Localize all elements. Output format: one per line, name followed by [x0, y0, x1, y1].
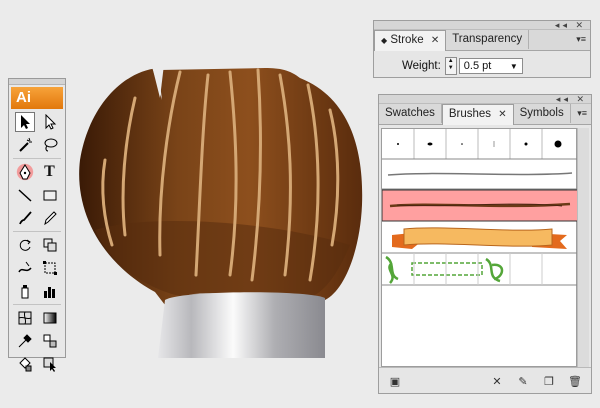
pencil-icon: [43, 211, 57, 226]
tab-stroke[interactable]: ◆ Stroke ✕: [374, 30, 447, 51]
blend-icon: [43, 334, 56, 348]
lasso-icon: [44, 138, 57, 152]
selection-tool[interactable]: [14, 112, 35, 132]
delete-brush-icon[interactable]: 🗑: [567, 375, 583, 388]
column-graph-icon: [43, 287, 55, 298]
paintbrush-icon: [18, 211, 32, 225]
illustrator-logo: Ai: [11, 87, 63, 109]
tab-symbols[interactable]: Symbols: [514, 104, 571, 123]
gradient-tool[interactable]: [40, 308, 60, 328]
new-brush-icon[interactable]: ❐: [541, 375, 557, 388]
live-paint-bucket-tool[interactable]: [15, 354, 35, 374]
type-tool[interactable]: T: [40, 162, 60, 182]
selection-arrow-icon: [20, 115, 30, 129]
mesh-tool[interactable]: [15, 308, 35, 328]
rectangle-tool[interactable]: [40, 185, 60, 205]
scale-icon: [43, 238, 56, 252]
close-icon[interactable]: ✕: [498, 109, 506, 120]
live-paint-selection-icon: [43, 357, 56, 372]
pen-tool[interactable]: [14, 162, 35, 182]
stroke-panel-tabs: ◆ Stroke ✕ Transparency ▾≡: [374, 30, 590, 51]
weight-field[interactable]: 0.5 pt ▼: [458, 58, 523, 74]
brush-list-scrollbar[interactable]: [577, 128, 589, 367]
ribbon-brush-row[interactable]: [382, 227, 578, 254]
panel-menu-icon[interactable]: ▾≡: [577, 108, 587, 119]
line-segment-tool[interactable]: [15, 185, 35, 205]
paintbrush-artwork: [79, 56, 363, 358]
brush-thumbnails: [381, 129, 579, 286]
chevron-down-icon[interactable]: ▼: [510, 62, 518, 71]
column-graph-tool[interactable]: [40, 281, 60, 301]
magic-wand-tool[interactable]: [15, 135, 35, 155]
mesh-icon: [18, 311, 31, 325]
weight-label: Weight:: [402, 60, 441, 72]
scale-tool[interactable]: [40, 235, 60, 255]
brush-list: [381, 128, 579, 367]
tools-panel-grip[interactable]: [9, 79, 65, 85]
brush-ferrule: [158, 292, 325, 358]
tab-brushes[interactable]: Brushes ✕: [441, 104, 514, 125]
tab-stroke-arrows-icon: ◆: [381, 36, 388, 45]
pen-nib-icon: [18, 164, 31, 180]
tools-panel: Ai T: [8, 78, 66, 372]
paintbrush-tool[interactable]: [15, 208, 35, 228]
type-t-icon: T: [44, 163, 55, 180]
brushes-panel-footer: ▣ ✕ ✎ ❐ 🗑: [379, 367, 591, 393]
selected-brown-brush-row[interactable]: [381, 189, 579, 222]
green-pattern-brush-row[interactable]: [382, 253, 578, 286]
rotate-icon: [19, 239, 31, 251]
brush-options-icon[interactable]: ✎: [515, 375, 531, 388]
symbol-sprayer-tool[interactable]: [15, 281, 35, 301]
live-paint-selection-tool[interactable]: [40, 354, 60, 374]
blend-tool[interactable]: [40, 331, 60, 351]
stroke-panel: ◂◂ ✕ ◆ Stroke ✕ Transparency ▾≡ Weight: …: [373, 20, 591, 78]
eyedropper-icon: [18, 334, 32, 348]
close-icon[interactable]: ✕: [431, 35, 439, 46]
paint-bucket-icon: [18, 357, 31, 372]
pencil-tool[interactable]: [40, 208, 60, 228]
magic-wand-icon: [18, 137, 32, 152]
rotate-tool[interactable]: [15, 235, 35, 255]
tab-transparency[interactable]: Transparency: [446, 30, 530, 49]
free-transform-icon: [42, 261, 57, 275]
weight-stepper[interactable]: ▲ ▼: [444, 57, 457, 75]
free-transform-tool[interactable]: [40, 258, 60, 278]
tab-swatches[interactable]: Swatches: [379, 104, 442, 123]
line-icon: [17, 189, 32, 202]
remove-brush-stroke-icon[interactable]: ✕: [489, 375, 505, 388]
eyedropper-tool[interactable]: [15, 331, 35, 351]
rectangle-icon: [43, 190, 56, 201]
gradient-icon: [43, 312, 56, 324]
brush-libraries-icon[interactable]: ▣: [387, 375, 403, 388]
calligraphic-brush-row[interactable]: [382, 129, 578, 160]
direct-selection-icon: [45, 114, 56, 130]
direct-selection-tool[interactable]: [40, 112, 60, 132]
warp-tool[interactable]: [15, 258, 35, 278]
warp-icon: [17, 261, 32, 273]
brushes-panel: ◂◂ ✕ Swatches Brushes ✕ Symbols ▾≡ ▣ ✕ ✎…: [378, 94, 592, 394]
panel-menu-icon[interactable]: ▾≡: [576, 34, 586, 45]
lasso-tool[interactable]: [40, 135, 60, 155]
symbol-sprayer-icon: [21, 285, 28, 299]
weight-value: 0.5 pt: [463, 60, 492, 72]
brushes-panel-tabs: Swatches Brushes ✕ Symbols ▾≡: [379, 104, 591, 125]
pencil-brush-row[interactable]: [382, 172, 578, 190]
